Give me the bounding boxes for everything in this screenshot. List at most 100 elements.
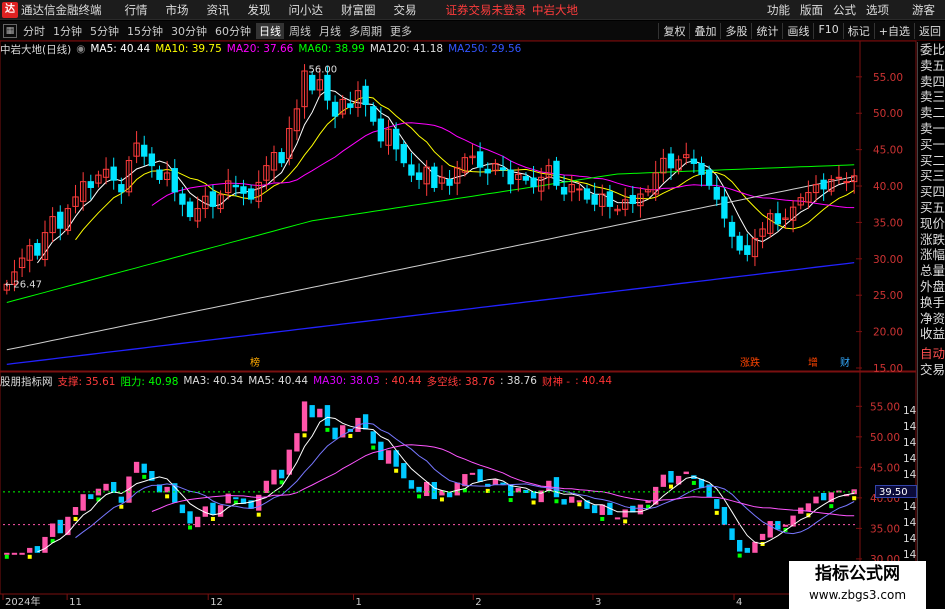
candle-body [583,188,591,200]
ma250-value: MA250: 29.56 [448,43,522,55]
panel-item-buy1[interactable]: 买一 [918,137,945,153]
candle-body [705,169,713,186]
panel-item-pct[interactable]: 涨幅 [918,247,945,263]
indicator-bar [714,499,720,509]
indicator-bar [57,519,63,534]
panel-trade[interactable]: 交易 [918,362,945,378]
indicator-bar [179,504,186,514]
ma3-value: MA3: 40.34 [183,375,244,387]
y-tick-label: 35.00 [873,217,903,229]
watermark-url: www.zbgs3.com [808,588,907,602]
panel-item-price[interactable]: 现价 [918,216,945,232]
panel-item-income[interactable]: 收益 [918,326,945,342]
indicator-bar [401,463,407,479]
date-label: 3 [595,597,601,608]
indicator-bar [317,408,323,418]
panel-item-sell4[interactable]: 卖四 [918,74,945,90]
candle-body [484,168,491,174]
candle-body [156,169,163,180]
panel-item-sell5[interactable]: 卖五 [918,58,945,74]
panel-item-turnover[interactable]: 换手 [918,295,945,311]
indicator-bar [569,496,575,503]
date-label: 1 [356,597,362,608]
candle-body [499,167,507,171]
panel-item-outer[interactable]: 外盘 [918,279,945,295]
price-tag: 39.50 [875,485,917,498]
candle-body [232,184,240,188]
candle-body [667,153,675,169]
date-label: 2024年 [5,595,40,608]
indicator-bar [340,425,346,438]
indicator-bar [362,414,369,430]
indicator-bar [744,547,750,553]
indicator-bar [408,480,415,489]
candle-body [34,243,41,256]
candle-body [721,196,728,219]
candle-body [141,144,148,157]
signal-dot [691,480,696,485]
panel-item-buy4[interactable]: 买四 [918,184,945,200]
candle-body [179,193,186,205]
panel-item-sell2[interactable]: 卖二 [918,105,945,121]
indicator-bar [683,471,689,475]
indicator-bar [668,471,674,483]
event-mark: 增 [808,356,818,369]
candle-body [606,191,614,207]
candle-body [247,188,255,200]
indicator-bar [660,474,667,487]
indicator-bar [446,492,453,498]
y-tick-label: 50.00 [873,108,903,120]
candle-body [400,144,407,164]
signal-dot [577,502,582,507]
quote-panel: 委比 卖五 卖四 卖三 卖二 卖一 买一 买二 买三 买四 买五 现价 涨跌 涨… [917,42,945,609]
candle-body [331,101,339,117]
panel-item-sell1[interactable]: 卖一 [918,121,945,137]
indicator-bar [477,469,483,482]
panel-item-weibi[interactable]: 委比 [918,42,945,58]
panel-auto[interactable]: 自动 [918,346,945,362]
candle-body [57,211,64,229]
panel-item-buy2[interactable]: 买二 [918,153,945,169]
indicator-bar [637,504,644,515]
date-label: 12 [210,597,223,608]
wealth-label: 财神 - [541,375,571,388]
indicator-bar [194,516,201,528]
ma60-line [6,164,855,303]
event-mark: 榜 [250,356,260,369]
indicator-bar [118,496,124,503]
indicator-bar [210,502,216,515]
panel-item-change[interactable]: 涨跌 [918,232,945,248]
indicator-bar [133,461,140,473]
y-tick-label: 15.00 [873,363,903,375]
sub-y-tick-label: 45.00 [870,462,900,474]
kline-chart[interactable]: 55.00 50.00 45.00 40.00 35.00 30.00 25.00 20.00… [0,0,945,609]
indicator-bar [278,469,285,479]
indicator-bar [469,472,476,475]
indicator-name[interactable]: 股朋指标网 [0,374,53,389]
indicator-bar [454,482,460,496]
indicator-bar [424,481,430,497]
panel-item-buy5[interactable]: 买五 [918,200,945,216]
signal-dot [4,554,9,559]
indicator-bar [614,517,621,520]
candle-body [591,194,598,205]
signal-dot [737,553,742,558]
candle-body [186,201,194,218]
panel-item-buy3[interactable]: 买三 [918,168,945,184]
signal-dot [417,494,422,499]
candle-body [629,194,636,204]
panel-item-netasset[interactable]: 净资 [918,311,945,327]
indicator-bar [301,401,308,432]
panel-item-sell3[interactable]: 卖三 [918,89,945,105]
y-tick-label: 55.00 [873,72,903,84]
candle-body [431,166,438,188]
panel-item-volume[interactable]: 总量 [918,263,945,279]
date-label: 2 [475,597,481,608]
ma10-value: MA10: 39.75 [155,43,222,55]
candle-body [560,186,568,195]
sub-y-tick-label: 35.00 [870,523,900,535]
ma120-value: MA120: 41.18 [369,43,444,55]
indicator-bar [233,497,239,500]
chevron-down-icon[interactable]: ◉ [76,43,85,55]
indicator-bar [34,546,41,553]
